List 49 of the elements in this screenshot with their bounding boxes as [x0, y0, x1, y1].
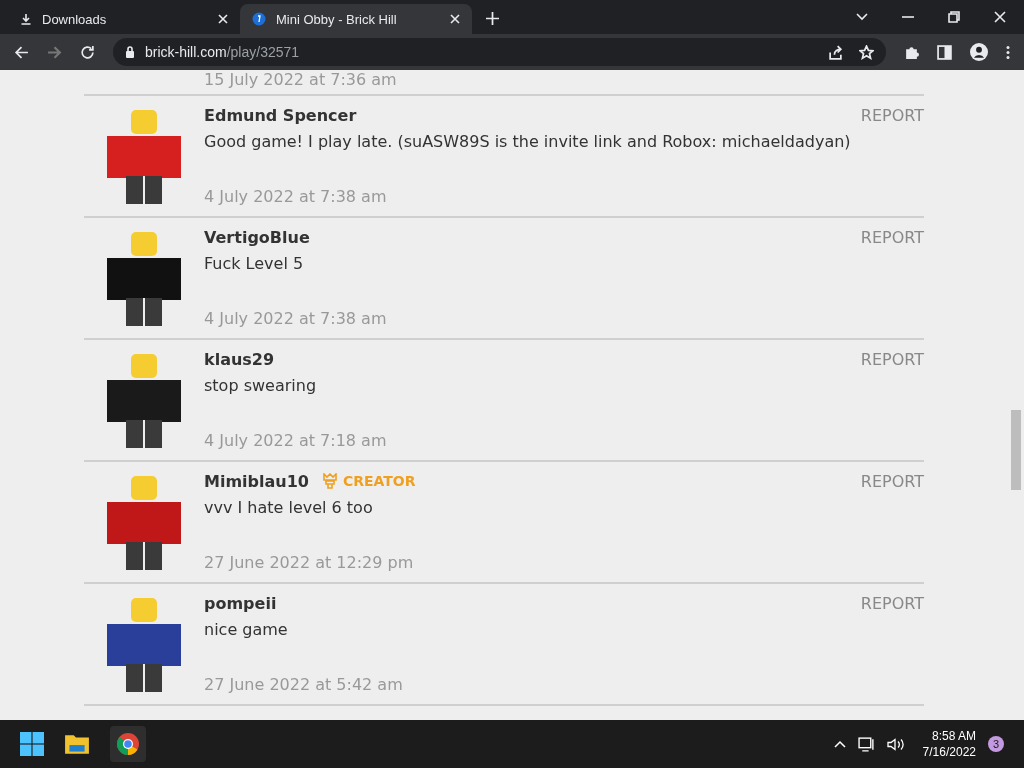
chrome-icon[interactable]	[116, 732, 140, 756]
comment-date: 4 July 2022 at 7:38 am	[204, 309, 388, 328]
restore-icon[interactable]	[948, 11, 960, 23]
site-icon	[252, 12, 266, 26]
lock-icon	[125, 46, 135, 58]
share-icon[interactable]	[828, 44, 843, 60]
close-icon[interactable]	[218, 14, 228, 24]
reload-icon[interactable]	[80, 44, 95, 60]
comment-text: vvv I hate level 6 too	[204, 498, 374, 517]
chevron-up-icon[interactable]	[833, 740, 846, 748]
comment-date: 4 July 2022 at 7:18 am	[204, 431, 388, 450]
address-bar[interactable]: brick-hill.com/play/32571	[113, 38, 886, 66]
creator-label: CREATOR	[342, 473, 416, 489]
comment-date: 4 July 2022 at 7:38 am	[204, 187, 388, 206]
close-icon[interactable]	[450, 14, 460, 24]
comment-author[interactable]: pompeii	[204, 593, 277, 613]
comment-author[interactable]: klaus29	[204, 349, 275, 369]
comment-date: 15 July 2022 at 7:36 am	[204, 70, 397, 89]
clock-time[interactable]: 8:58 AM	[922, 728, 976, 744]
puzzle-icon[interactable]	[904, 44, 919, 60]
new-tab-icon[interactable]	[486, 12, 499, 25]
scrollbar-thumb[interactable]	[1011, 410, 1021, 490]
clock-date[interactable]: 7/16/2022	[922, 744, 976, 760]
comment-text: stop swearing	[204, 376, 318, 395]
chevron-down-icon[interactable]	[856, 13, 868, 21]
star-icon[interactable]	[859, 44, 874, 60]
profile-icon[interactable]	[970, 43, 988, 61]
notification-badge[interactable]: 3	[988, 736, 1004, 752]
comment-author[interactable]: VertigoBlue	[204, 227, 310, 247]
volume-icon[interactable]	[886, 736, 905, 752]
menu-icon[interactable]	[1006, 44, 1010, 60]
browser-tab[interactable]: Downloads	[8, 4, 240, 34]
windows-icon[interactable]	[20, 732, 44, 756]
comment-text: Fuck Level 5	[204, 254, 305, 273]
download-icon	[20, 13, 32, 25]
forward-icon	[47, 44, 62, 60]
network-icon[interactable]	[857, 736, 875, 752]
comment-author[interactable]: Mimiblau10	[204, 471, 309, 491]
back-icon[interactable]	[14, 44, 29, 60]
comment-date: 27 June 2022 at 5:42 am	[204, 675, 404, 694]
side-panel-icon[interactable]	[937, 44, 952, 60]
comment-text: Good game! I play late. (suASW89S is the invite link and Robox: michaeldadyan)	[204, 132, 852, 151]
browser-tab[interactable]: Mini Obby - Brick Hill	[240, 4, 472, 34]
folder-icon[interactable]	[64, 732, 90, 756]
comment-author[interactable]: Edmund Spencer	[204, 105, 357, 125]
crown-icon	[322, 473, 337, 489]
comment-text: nice game	[204, 620, 289, 639]
comment-date: 27 June 2022 at 12:29 pm	[204, 553, 415, 572]
close-icon[interactable]	[994, 11, 1006, 23]
